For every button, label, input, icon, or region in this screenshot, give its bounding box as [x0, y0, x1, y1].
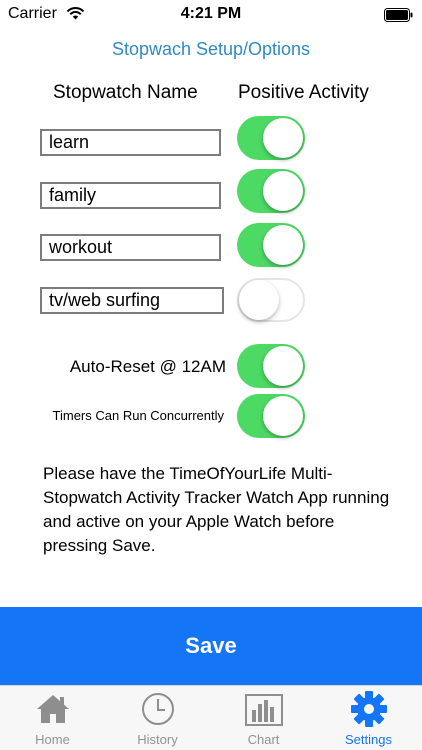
switch-knob [263, 171, 303, 211]
positive-activity-switch-2[interactable] [237, 169, 305, 213]
switch-knob [239, 280, 279, 320]
home-icon [36, 694, 70, 729]
tab-home-label: Home [35, 732, 70, 747]
tab-home[interactable]: Home [0, 686, 105, 750]
battery-icon [384, 8, 414, 27]
positive-activity-switch-4[interactable] [237, 278, 305, 322]
bar-chart-icon [244, 694, 283, 731]
stopwatch-name-field-4[interactable] [40, 287, 224, 314]
stopwatch-name-field-3[interactable] [40, 234, 221, 261]
tab-chart-label: Chart [247, 732, 280, 747]
tab-chart[interactable]: Chart [211, 686, 316, 750]
tab-settings-label: Settings [345, 732, 392, 747]
status-bar: Carrier 4:21 PM [0, 0, 422, 30]
save-button[interactable]: Save [0, 607, 422, 685]
switch-knob [263, 346, 303, 386]
gear-icon [350, 691, 388, 733]
tab-settings[interactable]: Settings [316, 686, 421, 750]
concurrent-timers-switch[interactable] [237, 394, 305, 438]
tab-history-label: History [137, 732, 178, 747]
stopwatch-name-field-1[interactable] [40, 129, 221, 156]
concurrent-timers-label: Timers Can Run Concurrently [52, 408, 224, 423]
screen-title: Stopwach Setup/Options [111, 39, 311, 59]
tab-bar: Home History Chart Settings [0, 685, 422, 750]
status-time: 4:21 PM [180, 5, 242, 22]
switch-knob [263, 396, 303, 436]
switch-knob [263, 118, 303, 158]
watch-app-notice: Please have the TimeOfYourLife Multi-Sto… [43, 464, 390, 555]
auto-reset-switch[interactable] [237, 344, 305, 388]
switch-knob [263, 225, 303, 265]
positive-activity-switch-3[interactable] [237, 223, 305, 267]
auto-reset-label: Auto-Reset @ 12AM [69, 357, 226, 376]
positive-activity-switch-1[interactable] [237, 116, 305, 160]
clock-icon [141, 693, 175, 731]
stopwatch-name-field-2[interactable] [40, 182, 221, 209]
stopwatch-name-header: Stopwatch Name [53, 82, 198, 103]
positive-activity-header: Positive Activity [238, 82, 369, 103]
tab-history[interactable]: History [105, 686, 210, 750]
